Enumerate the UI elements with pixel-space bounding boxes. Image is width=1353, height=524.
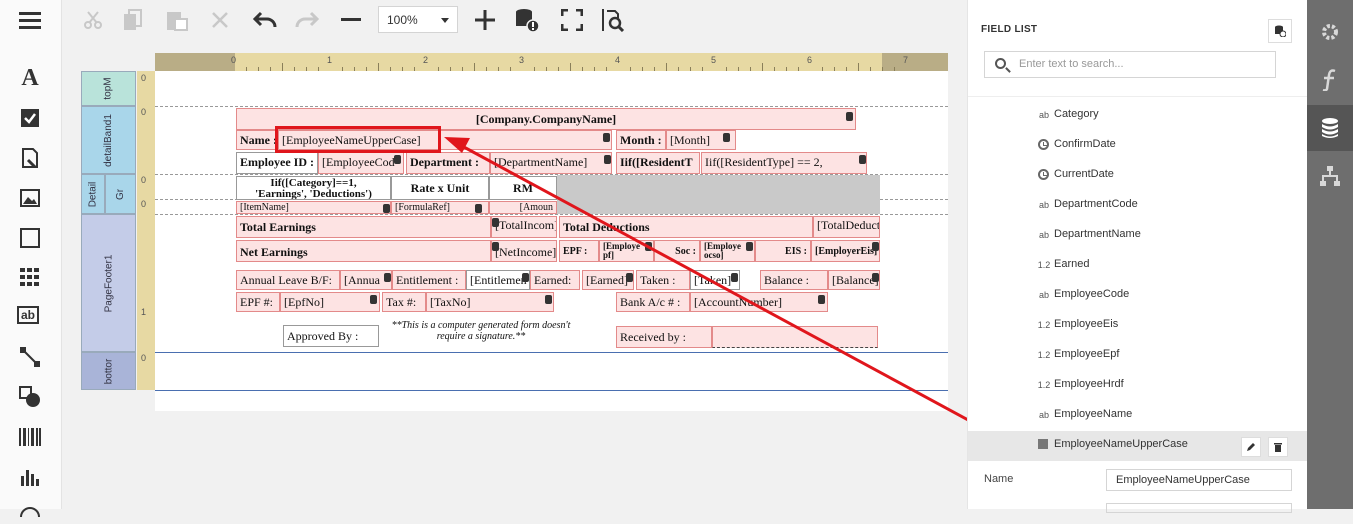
field-list-item[interactable]: 1.2 EmployeeHrdf xyxy=(968,371,1308,401)
field-list-item[interactable]: ab EmployeeName xyxy=(968,401,1308,431)
number-type-icon: 1.2 xyxy=(1037,350,1051,360)
side-tabs xyxy=(1307,0,1353,509)
field-list-item[interactable]: ab DepartmentCode xyxy=(968,191,1308,221)
field-list-item[interactable]: 1.2 EmployeeEpf xyxy=(968,341,1308,371)
field-list-item[interactable]: ab EmployeeCode xyxy=(968,281,1308,311)
delete-icon[interactable] xyxy=(1268,437,1288,457)
field-name: ConfirmDate xyxy=(1054,138,1116,150)
property-name-input[interactable]: EmployeeNameUpperCase xyxy=(1106,469,1292,491)
field-list-item[interactable]: CurrentDate xyxy=(968,161,1308,191)
field-list-item[interactable]: ConfirmDate xyxy=(968,131,1308,161)
date-type-icon xyxy=(1038,169,1049,180)
search-placeholder: Enter text to search... xyxy=(1019,58,1124,70)
field-name: Earned xyxy=(1054,258,1090,270)
calculated-field-icon xyxy=(1038,439,1048,449)
field-list-item[interactable]: EmployeeNameUpperCase xyxy=(968,431,1308,461)
string-type-icon: ab xyxy=(1038,290,1049,300)
field-list-item[interactable]: 1.2 EmployeeEis xyxy=(968,311,1308,341)
number-type-icon: 1.2 xyxy=(1037,260,1051,270)
number-type-icon: 1.2 xyxy=(1037,320,1051,330)
field-name: CurrentDate xyxy=(1054,168,1114,180)
edit-icon[interactable] xyxy=(1241,437,1261,457)
property-input[interactable] xyxy=(1106,503,1292,513)
field-name: EmployeeHrdf xyxy=(1054,378,1124,390)
field-name: EmployeeEpf xyxy=(1054,348,1120,360)
field-name: DepartmentName xyxy=(1054,228,1141,240)
field-list-tab[interactable] xyxy=(1307,105,1353,151)
string-type-icon: ab xyxy=(1038,200,1049,210)
field-list-title: FIELD LIST xyxy=(981,24,1038,35)
string-type-icon: ab xyxy=(1038,110,1049,120)
field-list-item[interactable]: ab DepartmentName xyxy=(968,221,1308,251)
field-name: EmployeeEis xyxy=(1054,318,1119,330)
string-type-icon: ab xyxy=(1038,410,1049,420)
properties-tab[interactable] xyxy=(1307,9,1353,55)
field-name: Category xyxy=(1054,108,1099,120)
field-name: EmployeeNameUpperCase xyxy=(1054,438,1188,450)
expressions-tab[interactable] xyxy=(1307,57,1353,103)
string-type-icon: ab xyxy=(1038,230,1049,240)
number-type-icon: 1.2 xyxy=(1037,380,1051,390)
field-list: ab Category ConfirmDate CurrentDate ab Depart… xyxy=(968,96,1308,461)
field-name: DepartmentCode xyxy=(1054,198,1138,210)
report-explorer-tab[interactable] xyxy=(1307,153,1353,199)
search-icon xyxy=(995,58,1006,69)
property-name-label: Name xyxy=(984,473,1014,485)
add-calculated-field-button[interactable] xyxy=(1268,19,1292,43)
field-list-panel: FIELD LIST Enter text to search... ab Cat… xyxy=(967,0,1308,513)
field-list-item[interactable]: ab Category xyxy=(968,101,1308,131)
field-name: EmployeeName xyxy=(1054,408,1133,420)
field-name: EmployeeCode xyxy=(1054,288,1130,300)
field-list-item[interactable]: 1.2 Earned xyxy=(968,251,1308,281)
search-input[interactable]: Enter text to search... xyxy=(984,51,1276,78)
date-type-icon xyxy=(1038,139,1049,150)
